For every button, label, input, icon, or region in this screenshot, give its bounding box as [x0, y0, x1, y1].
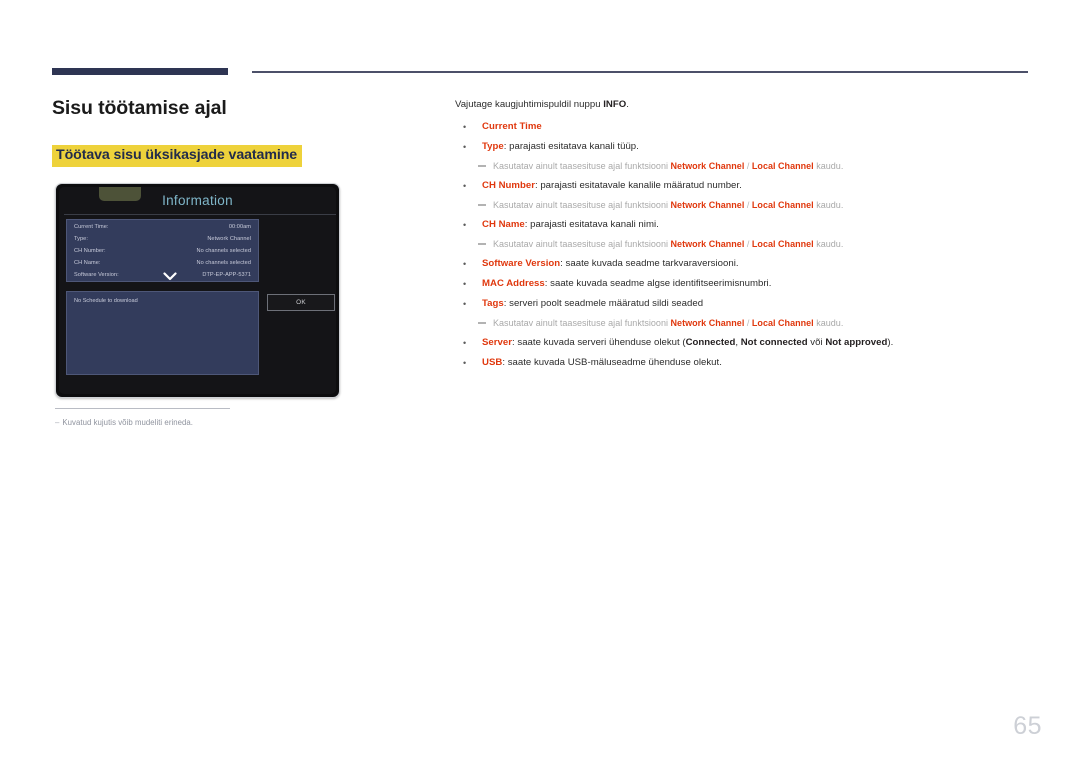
subnote-post: kaudu. [813, 239, 844, 249]
subnote-pre: Kasutatav ainult taasesituse ajal funkts… [493, 239, 671, 249]
footnote-divider [55, 408, 230, 409]
footnote-text-row: – Kuvatud kujutis võib mudeliti erineda. [55, 417, 355, 428]
sub-note: Kasutatav ainult taasesituse ajal funkts… [455, 314, 1030, 333]
term-description: : parajasti esitatava kanali nimi. [524, 219, 659, 230]
status-not-connected: Not connected [740, 337, 808, 348]
subnote-post: kaudu. [813, 200, 844, 210]
list-item: Type: parajasti esitatava kanali tüüp. [455, 137, 1030, 157]
info-row-key: CH Name: [74, 260, 101, 266]
term-label: Software Version [482, 258, 561, 269]
schedule-panel: No Schedule to download [66, 291, 259, 375]
network-channel-keyword: Network Channel [670, 239, 745, 249]
info-row-value: Network Channel [207, 236, 251, 242]
page-title: Sisu töötamise ajal [52, 97, 227, 119]
section-subtitle-wrap: Töötava sisu üksikasjade vaatamine [52, 145, 432, 167]
subnote-separator: / [744, 318, 752, 328]
sub-note: Kasutatav ainult taasesituse ajal funkts… [455, 235, 1030, 254]
info-row-key: Current Time: [74, 224, 109, 230]
term-description: : saate kuvada serveri ühenduse olekut ( [512, 337, 686, 348]
section-subtitle: Töötava sisu üksikasjade vaatamine [52, 145, 303, 167]
subnote-pre: Kasutatav ainult taasesituse ajal funkts… [493, 318, 671, 328]
left-column: Sisu töötamise ajal Töötava sisu üksikas… [52, 96, 432, 167]
info-row-key: Type: [74, 236, 88, 242]
subnote-pre: Kasutatav ainult taasesituse ajal funkts… [493, 161, 671, 171]
subnote-separator: / [744, 161, 752, 171]
header-accent-bar [52, 68, 228, 75]
term-label: Current Time [482, 121, 542, 132]
header-divider-line [252, 71, 1028, 73]
network-channel-keyword: Network Channel [670, 161, 745, 171]
subnote-separator: / [744, 239, 752, 249]
term-label: USB [482, 357, 503, 368]
term-label: Server [482, 337, 512, 348]
term-label: CH Number [482, 180, 535, 191]
feature-list: Current Time Type: parajasti esitatava k… [455, 117, 1030, 373]
list-item: MAC Address: saate kuvada seadme algse i… [455, 274, 1030, 294]
sub-note: Kasutatav ainult taasesituse ajal funkts… [455, 157, 1030, 176]
info-row: Current Time: 00:00am [74, 224, 251, 236]
subnote-separator: / [744, 200, 752, 210]
term-description: : saate kuvada USB-mäluseadme ühenduse o… [502, 357, 722, 368]
info-row-value: No channels selected [196, 248, 251, 254]
subnote-pre: Kasutatav ainult taasesituse ajal funkts… [493, 200, 671, 210]
info-row-key: Software Version: [74, 272, 119, 278]
list-item: Current Time [455, 117, 1030, 137]
footnote-dash: – [55, 418, 60, 427]
page-number: 65 [1013, 712, 1042, 740]
schedule-empty-text: No Schedule to download [74, 298, 138, 304]
term-description: : saate kuvada seadme tarkvaraversiooni. [560, 258, 739, 269]
list-item: Software Version: saate kuvada seadme ta… [455, 254, 1030, 274]
term-description: : serveri poolt seadmele määratud sildi … [503, 298, 704, 309]
tv-bezel: Information Current Time: 00:00am Type: … [55, 183, 340, 398]
local-channel-keyword: Local Channel [751, 239, 814, 249]
network-channel-keyword: Network Channel [670, 318, 745, 328]
tv-device-illustration: Information Current Time: 00:00am Type: … [55, 183, 340, 398]
list-item: Tags: serveri poolt seadmele määratud si… [455, 294, 1030, 314]
dialog-title: Information [162, 193, 233, 208]
local-channel-keyword: Local Channel [751, 318, 814, 328]
status-tail: ). [887, 337, 894, 348]
sub-note: Kasutatav ainult taasesituse ajal funkts… [455, 196, 1030, 215]
term-description: : parajasti esitatava kanali tüüp. [503, 141, 639, 152]
status-or: või [807, 337, 826, 348]
list-item: CH Number: parajasti esitatavale kanalil… [455, 176, 1030, 196]
intro-paragraph: Vajutage kaugjuhtimispuldil nuppu INFO. [455, 98, 1030, 112]
info-row-value: 00:00am [228, 224, 251, 230]
term-label: Type [482, 141, 504, 152]
info-button-keyword: INFO [603, 99, 627, 110]
intro-text-after: . [626, 99, 629, 110]
term-label: Tags [482, 298, 504, 309]
dialog-title-underline [64, 214, 336, 215]
list-item: Server: saate kuvada serveri ühenduse ol… [455, 333, 1030, 353]
status-not-approved: Not approved [825, 337, 888, 348]
status-connected: Connected [685, 337, 736, 348]
subnote-post: kaudu. [813, 318, 844, 328]
info-row-value: No channels selected [196, 260, 251, 266]
information-panel: Current Time: 00:00am Type: Network Chan… [66, 219, 259, 282]
subnote-post: kaudu. [813, 161, 844, 171]
info-row-value: DTP-EP-APP-5371 [202, 272, 251, 278]
list-item: USB: saate kuvada USB-mäluseadme ühendus… [455, 353, 1030, 373]
info-row: CH Number: No channels selected [74, 248, 251, 260]
list-item: CH Name: parajasti esitatava kanali nimi… [455, 215, 1030, 235]
right-column: Vajutage kaugjuhtimispuldil nuppu INFO. … [455, 98, 1030, 373]
page-header-rules [0, 0, 1080, 90]
info-row: Type: Network Channel [74, 236, 251, 248]
local-channel-keyword: Local Channel [751, 200, 814, 210]
term-label: CH Name [482, 219, 525, 230]
local-channel-keyword: Local Channel [751, 161, 814, 171]
footnote-text: Kuvatud kujutis võib mudeliti erineda. [62, 418, 194, 427]
tv-display-area: Information Current Time: 00:00am Type: … [59, 187, 336, 394]
term-description: : saate kuvada seadme algse identifitsee… [544, 278, 772, 289]
ok-button[interactable]: OK [267, 294, 335, 311]
info-row: CH Name: No channels selected [74, 260, 251, 272]
term-label: MAC Address [482, 278, 545, 289]
intro-text-before: Vajutage kaugjuhtimispuldil nuppu [455, 99, 604, 110]
chevron-down-icon [163, 272, 177, 281]
info-row-key: CH Number: [74, 248, 106, 254]
image-footnote: – Kuvatud kujutis võib mudeliti erineda. [55, 408, 355, 428]
network-channel-keyword: Network Channel [670, 200, 745, 210]
term-description: : parajasti esitatavale kanalile määratu… [534, 180, 742, 191]
